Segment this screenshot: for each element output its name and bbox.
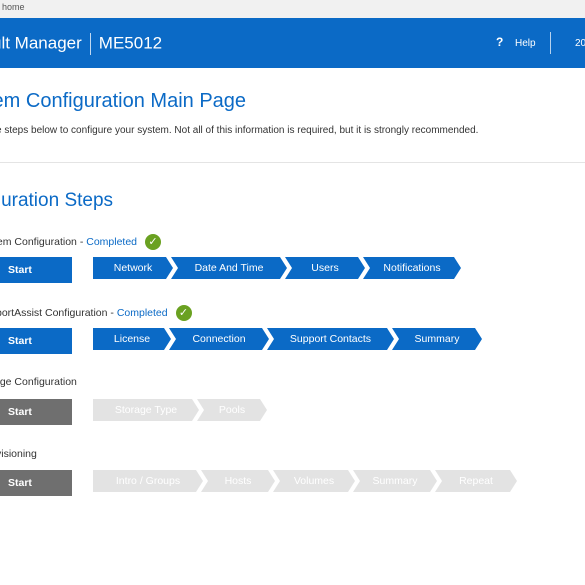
page-title: tem Configuration Main Page: [0, 90, 247, 112]
step-network[interactable]: Network: [93, 257, 173, 279]
step-storage-type: Storage Type: [93, 399, 199, 421]
step-intro-groups: Intro / Groups: [93, 470, 203, 492]
start-button-system[interactable]: Start: [0, 257, 72, 283]
app-title: ult Manager: [0, 33, 82, 53]
group-label-provisioning: visioning: [0, 448, 37, 460]
start-button-provisioning[interactable]: Start: [0, 470, 72, 496]
model-name: ME5012: [98, 33, 163, 53]
app-header: ult Manager ME5012 ? Help 20: [0, 18, 585, 68]
group-name: visioning: [0, 448, 37, 460]
label-separator: -: [79, 235, 84, 248]
header-date-text: 20: [575, 38, 585, 49]
group-name: portAssist Configuration: [0, 306, 108, 319]
start-button-storage[interactable]: Start: [0, 399, 72, 425]
header-divider: [550, 32, 551, 54]
check-icon: ✓: [144, 234, 161, 250]
step-pools: Pools: [197, 399, 267, 421]
step-summary: Summary: [353, 470, 437, 492]
section-title: figuration Steps: [0, 190, 114, 211]
step-hosts: Hosts: [201, 470, 275, 492]
step-summary[interactable]: Summary: [392, 328, 482, 350]
step-connection[interactable]: Connection: [169, 328, 269, 350]
group-label-supportassist: portAssist Configuration - Completed ✓: [0, 305, 192, 321]
brand-divider: [89, 33, 91, 55]
status-completed: Completed: [116, 306, 168, 319]
step-repeat: Repeat: [435, 470, 517, 492]
group-name: tem Configuration: [0, 235, 77, 248]
label-separator: -: [110, 306, 114, 319]
app-brand: ult Manager ME5012: [0, 33, 162, 55]
group-name: age Configuration: [0, 376, 77, 388]
url-text: home: [2, 2, 25, 12]
status-completed: Completed: [86, 235, 138, 248]
step-volumes: Volumes: [273, 470, 355, 492]
page-intro: e steps below to configure your system. …: [0, 125, 479, 136]
help-icon[interactable]: ?: [496, 35, 503, 49]
check-icon: ✓: [175, 305, 192, 321]
start-button-supportassist[interactable]: Start: [0, 328, 72, 354]
step-date-and-time[interactable]: Date And Time: [171, 257, 287, 279]
group-label-system: tem Configuration - Completed ✓: [0, 234, 161, 250]
group-label-storage: age Configuration: [0, 376, 77, 388]
step-notifications[interactable]: Notifications: [363, 257, 461, 279]
browser-url-bar[interactable]: home: [0, 0, 585, 19]
divider: [0, 162, 585, 163]
step-license[interactable]: License: [93, 328, 171, 350]
step-users[interactable]: Users: [285, 257, 365, 279]
help-link[interactable]: Help: [515, 38, 536, 49]
step-support-contacts[interactable]: Support Contacts: [267, 328, 394, 350]
